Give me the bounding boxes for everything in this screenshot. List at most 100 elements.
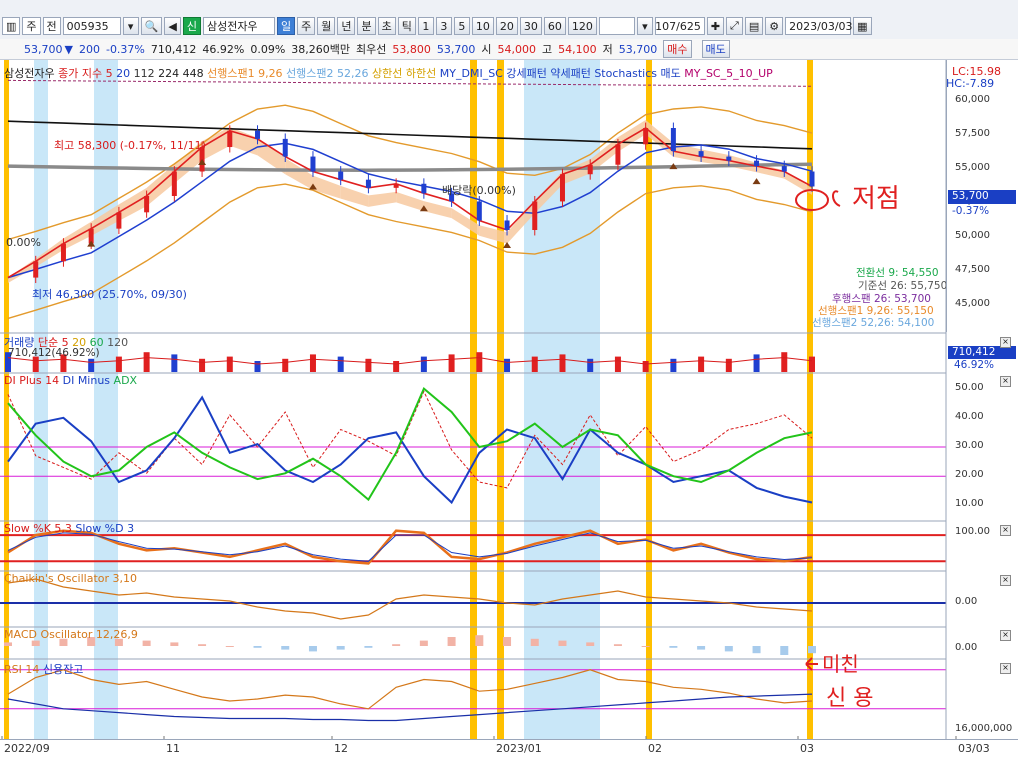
legend-stoch-sell: Stochastics 매도 xyxy=(594,67,681,80)
volume-bar xyxy=(476,352,483,372)
tab-year[interactable]: 년 xyxy=(337,17,356,35)
handwritten-low-text: 저점 xyxy=(852,184,900,214)
volume-bar xyxy=(88,358,95,372)
new-badge[interactable]: 신 xyxy=(182,17,201,35)
gear-icon[interactable]: ⚙ xyxy=(765,17,784,35)
volume-bar xyxy=(282,358,289,372)
macd-bar xyxy=(142,640,151,646)
stock-code-input[interactable]: 005935 xyxy=(62,17,121,35)
legend-upper: 상한선 xyxy=(372,67,403,80)
open-label: 시 xyxy=(481,43,492,56)
interval-1[interactable]: 1 xyxy=(417,17,434,35)
date-field[interactable]: 2023/03/03 xyxy=(785,17,853,35)
period-select[interactable]: 주 xyxy=(22,17,41,35)
signal-marker xyxy=(807,60,813,740)
toolbar: ▥ 주 전 005935 ▾ 🔍 ◀ 신 삼성전자우 일 주 월 년 분 초 틱… xyxy=(0,0,1018,41)
legend-sc-up: MY_SC_5_10_UP xyxy=(684,67,773,80)
interval-20[interactable]: 20 xyxy=(495,17,518,35)
legend-span1: 선행스팬1 9,26 xyxy=(207,67,283,80)
macd-bar xyxy=(447,637,456,646)
macd-bar xyxy=(780,646,789,655)
rsi-legend-credit: 신용잔고 xyxy=(42,663,84,676)
chart-icon[interactable]: ▥ xyxy=(2,17,21,35)
custom-interval-dropdown-icon[interactable]: ▾ xyxy=(636,17,653,35)
stoch-legend: Slow %K 5,3 Slow %D 3 xyxy=(4,522,134,535)
candle-body xyxy=(171,171,177,196)
volume-legend-ma120: 120 xyxy=(107,336,129,349)
interval-120[interactable]: 120 xyxy=(567,17,597,35)
volume-bar xyxy=(642,361,649,372)
price-tick: 55,000 xyxy=(955,161,990,173)
macd-legend: MACD Oscillator 12,26,9 xyxy=(4,628,138,641)
stock-name[interactable]: 삼성전자우 xyxy=(202,17,275,35)
macd-bar xyxy=(392,644,401,646)
volume-bar xyxy=(393,361,400,372)
macd-bar xyxy=(225,646,234,647)
volume-bar xyxy=(420,356,427,372)
legend-ma224: 224 xyxy=(158,67,180,80)
interval-10[interactable]: 10 xyxy=(471,17,494,35)
macd-bar xyxy=(503,637,512,646)
search-icon[interactable]: 🔍 xyxy=(140,17,163,35)
calendar-icon[interactable]: ▦ xyxy=(853,17,872,35)
ratio2: 0.09% xyxy=(250,42,286,56)
ex-dividend-label: 배당락(0.00%) xyxy=(442,184,516,197)
high-annotation: 최고 58,300 (-0.17%, 11/11) xyxy=(54,139,206,152)
candle-body xyxy=(615,144,621,165)
macd-bar xyxy=(669,646,678,648)
volume-bar xyxy=(171,354,178,372)
candle-body xyxy=(144,196,150,213)
interval-3[interactable]: 3 xyxy=(435,17,452,35)
macd-bar xyxy=(641,646,650,647)
dropdown-icon[interactable]: ▾ xyxy=(122,17,139,35)
volume-bar xyxy=(698,356,705,372)
candle-body xyxy=(726,156,732,161)
candle-body xyxy=(587,164,593,175)
dmi-legend: DI Plus 14 DI Minus ADX xyxy=(4,374,137,387)
x-tick-label: 11 xyxy=(166,742,180,755)
custom-interval-input[interactable] xyxy=(598,17,635,35)
buy-button[interactable]: 매수 xyxy=(663,40,692,58)
volume-bar xyxy=(309,354,316,372)
tab-tick[interactable]: 틱 xyxy=(397,17,416,35)
dmi-tick: 40.00 xyxy=(955,410,984,422)
drawing-tool-icon[interactable]: ⤢ xyxy=(726,17,743,35)
candle-body xyxy=(33,261,39,278)
toolbar-row: ▥ 주 전 005935 ▾ 🔍 ◀ 신 삼성전자우 일 주 월 년 분 초 틱… xyxy=(2,16,872,36)
volume-bar xyxy=(614,356,621,372)
stock-chart[interactable] xyxy=(0,60,1018,760)
market-select[interactable]: 전 xyxy=(42,17,61,35)
interval-30[interactable]: 30 xyxy=(519,17,542,35)
tab-second[interactable]: 초 xyxy=(377,17,396,35)
macd-bar xyxy=(530,638,539,646)
close-volume-panel-icon[interactable]: × xyxy=(1000,337,1011,348)
save-icon[interactable]: ▤ xyxy=(744,17,764,35)
tab-day[interactable]: 일 xyxy=(276,17,296,35)
rsi-legend-rsi: RSI 14 xyxy=(4,663,40,676)
candle-body xyxy=(559,174,565,202)
tab-week[interactable]: 주 xyxy=(297,17,316,35)
volume-bar xyxy=(587,358,594,372)
close-macd-panel-icon[interactable]: × xyxy=(1000,630,1011,641)
current-price-tag: 53,700 xyxy=(948,190,1016,204)
macd-bar xyxy=(558,640,567,646)
interval-5[interactable]: 5 xyxy=(453,17,470,35)
signal-marker xyxy=(646,60,652,740)
speaker-icon[interactable]: ◀ xyxy=(164,17,181,35)
x-tick-label: 2023/01 xyxy=(496,742,542,755)
count-field[interactable]: 107/625 xyxy=(654,17,705,35)
macd-bar xyxy=(4,642,12,646)
current-price: 53,700 xyxy=(24,42,63,56)
close-stoch-panel-icon[interactable]: × xyxy=(1000,525,1011,536)
interval-60[interactable]: 60 xyxy=(543,17,566,35)
candle-body xyxy=(643,128,649,145)
tab-month[interactable]: 월 xyxy=(317,17,336,35)
close-rsi-panel-icon[interactable]: × xyxy=(1000,663,1011,674)
close-chaikin-panel-icon[interactable]: × xyxy=(1000,575,1011,586)
volume-bar xyxy=(254,361,261,372)
tab-minute[interactable]: 분 xyxy=(357,17,376,35)
sell-button[interactable]: 매도 xyxy=(701,40,730,58)
macd-bar xyxy=(724,646,733,652)
close-dmi-panel-icon[interactable]: × xyxy=(1000,376,1011,387)
crosshair-icon[interactable]: ✚ xyxy=(706,17,725,35)
